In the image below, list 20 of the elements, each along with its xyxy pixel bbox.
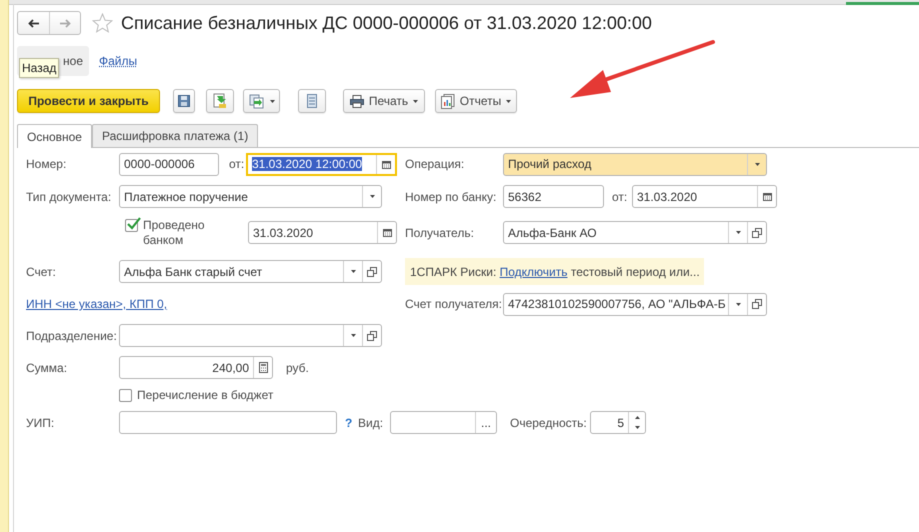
field-label: УИП: — [26, 416, 56, 430]
field-label: Счет: — [26, 264, 57, 278]
window-title: Списание безналичных ДС 0000-000006 от 31.03.2020 12:00:00 — [121, 12, 652, 34]
field-label: Номер: — [26, 157, 68, 171]
field-label: Подразделение: — [26, 328, 118, 342]
field-label: Операция: — [405, 157, 466, 171]
tooltip: Назад — [19, 58, 60, 78]
field-label: от: — [229, 157, 246, 171]
field-label: Сумма: — [26, 360, 68, 374]
field-label: Получатель: — [405, 226, 475, 240]
checkbox-label: Перечисление в бюджет — [137, 388, 274, 402]
field-label: Очередность: — [510, 416, 588, 430]
banner-text: 1СПАРК Риски: Подключить тестовый период или... — [410, 264, 700, 278]
checkbox-label: Проведено банком — [143, 218, 206, 248]
field-label: Вид: — [358, 416, 384, 430]
field-label: Счет получателя: — [405, 297, 503, 311]
field-label: Тип документа: — [26, 190, 112, 204]
field-label: Номер по банку: — [405, 190, 498, 204]
unit-label: руб. — [286, 360, 310, 374]
field-label: от: — [612, 190, 628, 204]
